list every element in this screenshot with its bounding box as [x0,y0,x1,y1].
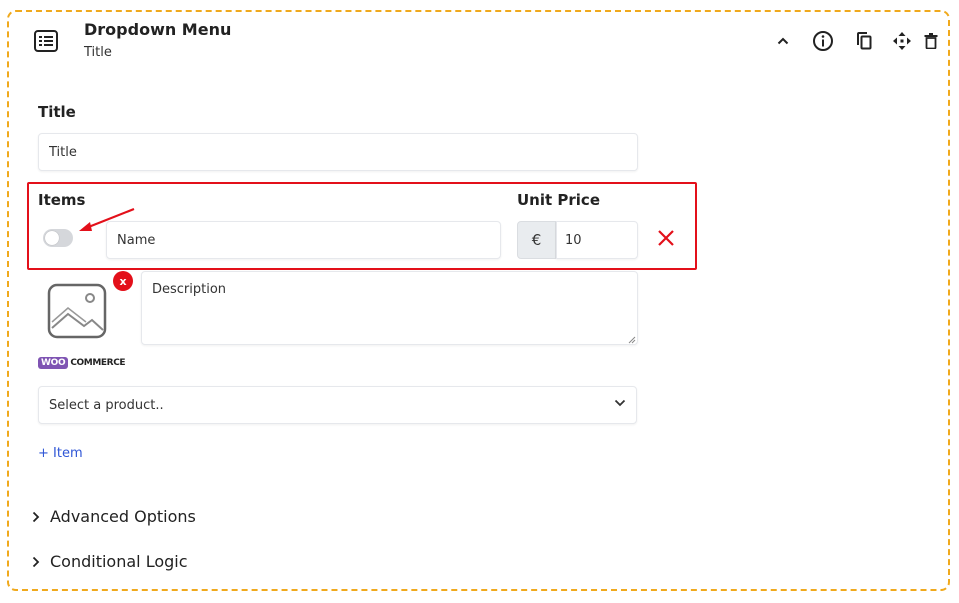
chevron-right-icon [32,511,40,522]
title-label: Title [38,103,76,121]
delete-button[interactable] [920,30,942,52]
info-button[interactable] [812,30,834,52]
move-icon [893,32,911,50]
chevron-down-icon [614,399,626,407]
woocommerce-logo: WOO COMMERCE [38,357,126,369]
remove-item-icon[interactable] [656,228,676,248]
item-name-wrap [106,221,501,259]
toggle-knob [45,231,59,245]
conditional-logic-toggle[interactable]: Conditional Logic [32,552,188,571]
unit-price-label: Unit Price [517,191,600,209]
description-wrap [141,271,638,345]
product-select-value: Select a product.. [49,397,164,413]
product-select[interactable]: Select a product.. [38,386,637,424]
item-image-toggle[interactable] [43,229,73,247]
price-wrap [556,221,638,259]
title-input-wrap [38,133,638,171]
info-icon [813,31,833,51]
remove-image-button[interactable]: x [113,271,133,291]
duplicate-button[interactable] [853,30,875,52]
image-placeholder-icon[interactable] [46,282,108,340]
chevron-right-icon [32,556,40,567]
duplicate-icon [857,32,872,50]
item-name-input[interactable] [117,232,490,248]
title-input[interactable] [49,144,627,160]
resize-handle-icon[interactable] [628,336,636,344]
advanced-options-toggle[interactable]: Advanced Options [32,507,196,526]
description-textarea[interactable] [152,282,627,327]
unit-price-input[interactable] [565,232,627,248]
add-item-button[interactable]: + Item [38,446,83,461]
collapse-button[interactable] [772,30,794,52]
trash-icon [924,33,938,49]
conditional-logic-label: Conditional Logic [50,552,188,571]
currency-addon: € [517,221,556,259]
list-icon [34,30,58,52]
advanced-options-label: Advanced Options [50,507,196,526]
field-type-subtitle: Title [84,45,112,60]
field-type-title: Dropdown Menu [84,20,232,39]
move-button[interactable] [891,30,913,52]
chevron-up-icon [777,37,789,45]
